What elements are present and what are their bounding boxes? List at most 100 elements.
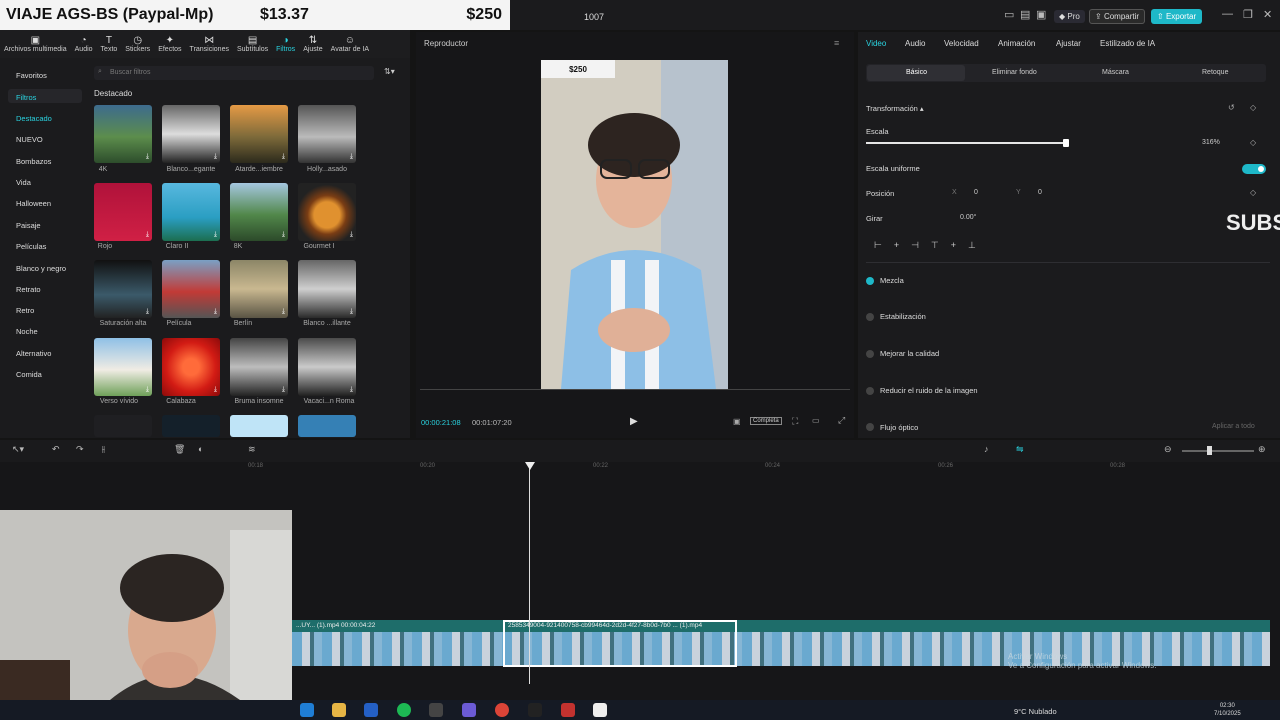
scale-slider[interactable]	[866, 142, 1066, 144]
category-halloween[interactable]: Halloween	[16, 199, 51, 208]
ratio-icon[interactable]: ▭	[812, 416, 820, 425]
scale-slider-knob[interactable]	[1063, 139, 1069, 147]
tab-video[interactable]: Video	[866, 39, 886, 48]
filter-thumb[interactable]: ⤓	[94, 183, 152, 241]
toolbar-transitions[interactable]: ⋈ Transiciones	[186, 30, 233, 58]
category-noche[interactable]: Noche	[16, 327, 38, 336]
pos-x-value[interactable]: 0	[974, 189, 978, 196]
pos-y-value[interactable]: 0	[1038, 189, 1042, 196]
category-favorites[interactable]: Favoritos	[16, 71, 47, 80]
filter-thumb[interactable]	[94, 415, 152, 437]
filter-thumb[interactable]: ⤓	[298, 105, 356, 163]
category-paisaje[interactable]: Paisaje	[16, 221, 41, 230]
crop-icon[interactable]: ⛶	[792, 416, 798, 427]
download-icon[interactable]: ⤓	[146, 153, 149, 161]
mezcla-checkbox[interactable]	[866, 277, 874, 285]
tab-animacion[interactable]: Animación	[998, 39, 1035, 48]
close-icon[interactable]: ✕	[1263, 8, 1272, 21]
toolbar-audio[interactable]: ◔ Audio	[71, 30, 97, 58]
category-vida[interactable]: Vida	[16, 178, 31, 187]
download-icon[interactable]: ⤓	[146, 231, 149, 239]
settings-icon[interactable]	[429, 703, 443, 717]
filter-thumb[interactable]: ⤓	[94, 105, 152, 163]
shortcut-icon[interactable]: ▤	[1020, 8, 1030, 21]
filter-thumb[interactable]: ⤓	[230, 338, 288, 396]
toolbar-avatar[interactable]: ☺ Avatar de IA	[327, 30, 373, 58]
apply-all-button[interactable]: Aplicar a todo	[1212, 423, 1255, 430]
option-calidad[interactable]: Mejorar la calidad	[880, 349, 939, 358]
filter-search-input[interactable]: Buscar filtros	[94, 66, 374, 80]
pro-button[interactable]: ◆ Pro	[1054, 10, 1085, 23]
keyframe-icon[interactable]: ◇	[1250, 188, 1256, 197]
split-icon[interactable]: ⫲	[102, 444, 105, 455]
subtab-mascara[interactable]: Máscara	[1102, 69, 1129, 76]
folder-icon[interactable]	[332, 703, 346, 717]
play-icon[interactable]: ▶	[630, 416, 638, 427]
category-nuevo[interactable]: NUEVO	[16, 135, 43, 144]
download-icon[interactable]: ⤓	[214, 308, 217, 316]
reset-icon[interactable]: ↺	[1228, 103, 1235, 112]
filter-thumb[interactable]: ⤓	[94, 338, 152, 396]
zoom-slider[interactable]	[1182, 450, 1254, 452]
mic-icon[interactable]: ♪	[984, 444, 989, 454]
category-peliculas[interactable]: Películas	[16, 242, 46, 251]
option-ruido[interactable]: Reducir el ruido de la imagen	[880, 386, 978, 395]
category-bombazos[interactable]: Bombazos	[16, 157, 51, 166]
spotify-icon[interactable]	[397, 703, 411, 717]
ruido-checkbox[interactable]	[866, 387, 874, 395]
layout-icon[interactable]: ▭	[1004, 8, 1014, 21]
audio-wave-icon[interactable]: ≋	[248, 444, 256, 455]
edge-icon[interactable]	[300, 703, 314, 717]
toolbar-filters[interactable]: ◑ Filtros	[272, 30, 299, 58]
filter-thumb[interactable]	[162, 415, 220, 437]
option-estabilizacion[interactable]: Estabilización	[880, 312, 926, 321]
download-icon[interactable]: ⤓	[146, 308, 149, 316]
uniform-scale-toggle[interactable]	[1242, 164, 1266, 174]
option-mezcla[interactable]: Mezcla	[880, 276, 904, 285]
menu-icon[interactable]: ≡	[834, 38, 839, 48]
filter-thumb[interactable]: ⤓	[162, 338, 220, 396]
category-destacado[interactable]: Destacado	[16, 114, 52, 123]
toolbar-stickers[interactable]: ◷ Stickers	[121, 30, 154, 58]
option-flujo[interactable]: Flujo óptico	[880, 423, 918, 432]
clock[interactable]: 02:30 7/10/2025	[1214, 702, 1241, 718]
category-group-filters[interactable]: Filtros	[16, 93, 36, 102]
flujo-checkbox[interactable]	[866, 423, 874, 431]
filter-thumb[interactable]: ⤓	[162, 260, 220, 318]
opera-icon[interactable]	[561, 703, 575, 717]
download-icon[interactable]: ⤓	[282, 231, 285, 239]
minimize-icon[interactable]: —	[1222, 8, 1233, 20]
download-icon[interactable]: ⤓	[214, 231, 217, 239]
filter-thumb[interactable]: ⤓	[298, 260, 356, 318]
selected-clip[interactable]	[503, 620, 737, 667]
rotate-value[interactable]: 0.00°	[960, 214, 976, 221]
filter-thumb[interactable]: ⤓	[298, 338, 356, 396]
zoom-slider-knob[interactable]	[1207, 446, 1212, 455]
weather-label[interactable]: 9°C Nublado	[1014, 707, 1057, 716]
subtab-retoque[interactable]: Retoque	[1202, 69, 1228, 76]
export-button[interactable]: ⇧ Exportar	[1151, 9, 1203, 24]
filter-thumb[interactable]: ⤓	[162, 105, 220, 163]
category-alternativo[interactable]: Alternativo	[16, 349, 51, 358]
chrome-icon[interactable]	[495, 703, 509, 717]
fullscreen-icon[interactable]: ⤢	[838, 415, 845, 426]
marker-icon[interactable]: ◐	[198, 444, 203, 454]
playhead-handle[interactable]	[525, 462, 535, 470]
quality-button[interactable]: Completa	[750, 417, 782, 425]
monitor-icon[interactable]: ▣	[1036, 8, 1046, 21]
download-icon[interactable]: ⤓	[350, 231, 353, 239]
filter-thumb[interactable]: ⤓	[94, 260, 152, 318]
capcut-icon[interactable]	[528, 703, 542, 717]
select-tool-icon[interactable]: ↖▾	[12, 444, 24, 455]
toolbar-effects[interactable]: ✦ Efectos	[154, 30, 185, 58]
category-retro[interactable]: Retro	[16, 306, 34, 315]
sort-icon[interactable]: ⇅▾	[384, 67, 395, 76]
subtab-eliminar-fondo[interactable]: Eliminar fondo	[992, 69, 1037, 76]
filter-thumb[interactable]: ⤓	[162, 183, 220, 241]
app-icon[interactable]	[462, 703, 476, 717]
category-blanco-negro[interactable]: Blanco y negro	[16, 264, 66, 273]
zoom-out-icon[interactable]: ⊖	[1164, 444, 1172, 455]
filter-thumb[interactable]	[230, 415, 288, 437]
download-icon[interactable]: ⤓	[350, 386, 353, 394]
estabilizacion-checkbox[interactable]	[866, 313, 874, 321]
